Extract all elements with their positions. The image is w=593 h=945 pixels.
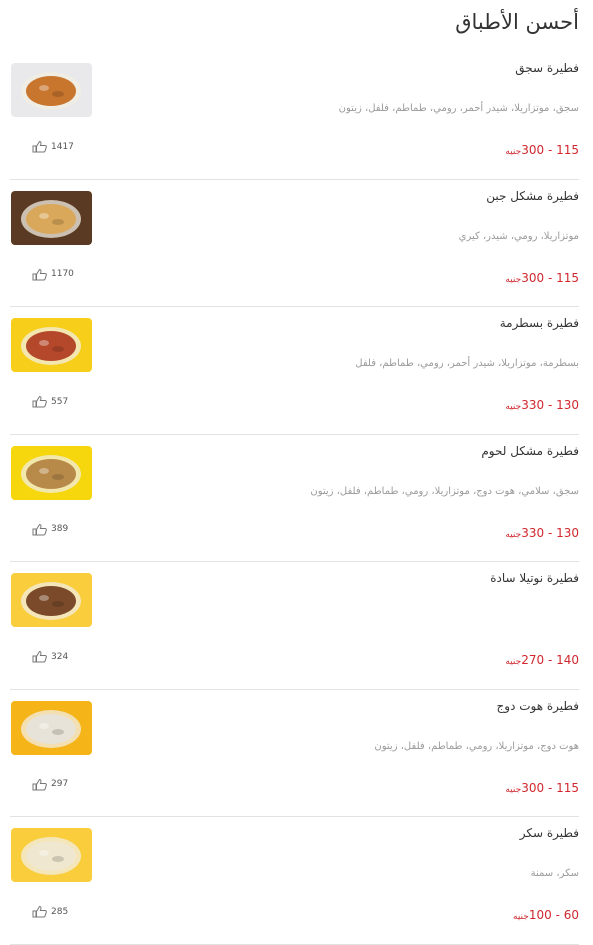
price-range: 115 - 300	[521, 143, 579, 157]
price-range: 140 - 270	[521, 653, 579, 667]
price-range: 60 - 100	[528, 908, 579, 922]
dish-item[interactable]: فطيرة بسطرمة بسطرمة، موتزاريلا، شيدر أحم…	[10, 307, 579, 435]
likes-count: 1417	[51, 141, 74, 152]
likes-count: 297	[51, 779, 69, 789]
dish-photo[interactable]	[11, 318, 92, 372]
likes-count: 324	[51, 651, 69, 662]
price-currency: جنيه	[505, 147, 522, 157]
cheese-pie-photo	[11, 190, 92, 245]
pastrami-pie-photo	[11, 318, 92, 372]
dish-photo[interactable]	[11, 445, 92, 500]
dish-description: سجق، سلامي، هوت دوج، موتزاريلا، رومي، طم…	[310, 485, 579, 497]
likes-counter[interactable]: 285	[32, 905, 68, 918]
dish-name[interactable]: فطيرة هوت دوج	[497, 699, 579, 713]
dish-item[interactable]: فطيرة هوت دوج هوت دوج، موتزاريلا، رومي، …	[10, 690, 579, 817]
likes-count: 285	[51, 906, 69, 917]
thumbs-up-icon[interactable]	[32, 140, 48, 153]
dish-name[interactable]: فطيرة نوتيلا سادة	[490, 571, 579, 585]
price-range: 130 - 330	[521, 525, 579, 540]
likes-counter[interactable]: 1170	[32, 268, 74, 281]
price-range: 115 - 300	[521, 270, 579, 285]
dishes-list: فطيرة سجق سجق، موتزاريلا، شيدر أحمر، روم…	[10, 52, 579, 945]
dish-item[interactable]: فطيرة مشكل جبن موتزاريلا، رومي، شيدر، كي…	[10, 180, 579, 307]
dish-photo[interactable]	[11, 190, 92, 245]
likes-counter[interactable]: 297	[32, 778, 68, 791]
price-currency: جنيه	[505, 402, 522, 412]
dish-name[interactable]: فطيرة بسطرمة	[500, 316, 579, 330]
sausage-pizza-photo	[11, 63, 92, 117]
price-range: 130 - 330	[521, 398, 579, 412]
thumbs-up-icon[interactable]	[32, 523, 48, 536]
dish-photo[interactable]	[11, 828, 92, 882]
thumbs-up-icon[interactable]	[32, 395, 48, 408]
dishes-page: أحسن الأطباق فطيرة سجق سجق، موتزاريلا، ش…	[0, 0, 593, 945]
dish-item[interactable]: فطيرة سكر سكر، سمنة 60 - 100جنيه 285	[10, 817, 579, 945]
dish-price: 115 - 300جنيه	[505, 267, 579, 286]
likes-count: 557	[51, 396, 69, 407]
price-currency: جنيه	[513, 912, 529, 922]
dish-item[interactable]: فطيرة مشكل لحوم سجق، سلامي، هوت دوج، موت…	[10, 435, 579, 562]
price-range: 115 - 300	[521, 780, 579, 795]
dish-name[interactable]: فطيرة سكر	[520, 826, 579, 840]
dish-price: 130 - 330جنيه	[505, 522, 579, 541]
dish-item[interactable]: فطيرة نوتيلا سادة 140 - 270جنيه 324	[10, 562, 579, 690]
dish-photo[interactable]	[11, 63, 92, 117]
price-currency: جنيه	[505, 657, 522, 667]
dish-description: هوت دوج، موتزاريلا، رومي، طماطم، فلفل، ز…	[374, 740, 579, 752]
dish-description: بسطرمة، موتزاريلا، شيدر أحمر، رومي، طماط…	[355, 358, 579, 369]
thumbs-up-icon[interactable]	[32, 650, 48, 663]
meat-pie-photo	[11, 445, 92, 500]
likes-count: 389	[51, 524, 69, 534]
likes-counter[interactable]: 557	[32, 395, 68, 408]
price-currency: جنيه	[505, 784, 522, 795]
nutella-pie-photo	[11, 573, 92, 627]
dish-photo[interactable]	[11, 573, 92, 627]
dish-description: سجق، موتزاريلا، شيدر أحمر، رومي، طماطم، …	[338, 103, 579, 114]
dish-photo[interactable]	[11, 700, 92, 755]
likes-counter[interactable]: 1417	[32, 140, 74, 153]
price-currency: جنيه	[505, 274, 522, 285]
dish-name[interactable]: فطيرة سجق	[515, 61, 579, 75]
sugar-pie-photo	[11, 828, 92, 882]
dish-item[interactable]: فطيرة سجق سجق، موتزاريلا، شيدر أحمر، روم…	[10, 52, 579, 180]
thumbs-up-icon[interactable]	[32, 905, 48, 918]
price-currency: جنيه	[505, 529, 522, 540]
dish-description: سكر، سمنة	[530, 868, 579, 879]
thumbs-up-icon[interactable]	[32, 778, 48, 791]
dish-price: 130 - 330جنيه	[505, 394, 579, 413]
likes-counter[interactable]: 389	[32, 523, 68, 536]
section-title: أحسن الأطباق	[455, 10, 579, 34]
dish-price: 115 - 300جنيه	[505, 777, 579, 796]
thumbs-up-icon[interactable]	[32, 268, 48, 281]
dish-description: موتزاريلا، رومي، شيدر، كيري	[458, 230, 579, 242]
dish-name[interactable]: فطيرة مشكل جبن	[486, 189, 579, 203]
hotdog-pie-photo	[11, 700, 92, 755]
dish-price: 140 - 270جنيه	[505, 649, 579, 668]
dish-price: 115 - 300جنيه	[505, 139, 579, 158]
dish-name[interactable]: فطيرة مشكل لحوم	[481, 444, 579, 458]
likes-count: 1170	[51, 269, 74, 279]
likes-counter[interactable]: 324	[32, 650, 68, 663]
dish-price: 60 - 100جنيه	[513, 904, 579, 923]
